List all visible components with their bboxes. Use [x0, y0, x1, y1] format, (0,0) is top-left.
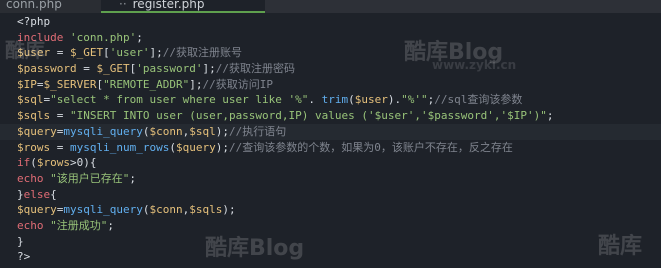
code-token: $rows [17, 140, 51, 154]
code-token: $user [354, 93, 388, 107]
code-token: "%'" [401, 93, 428, 107]
code-token: >0){ [70, 156, 97, 170]
code-token: else [23, 187, 51, 201]
code-token: ; [546, 109, 554, 123]
code-token: //获取注册账号 [162, 46, 242, 60]
code-token: $_SERVER [43, 77, 97, 91]
code-token: $password [17, 62, 77, 76]
code-token: "REMOTE_ADDR" [103, 77, 190, 91]
code-token: include [17, 30, 64, 44]
code-token: mysqli_num_rows [70, 140, 170, 154]
code-token: ); [222, 203, 236, 217]
code-line: $query=mysqli_query($conn,$sql);//执行语句 [0, 123, 661, 140]
code-token: <?php [17, 15, 51, 28]
code-token: = [50, 140, 70, 154]
code-token: $_GET [70, 46, 104, 60]
tab-conn-php[interactable]: conn.php [0, 0, 106, 13]
code-token: "注册成功" [50, 218, 108, 232]
code-token: echo [17, 218, 44, 232]
code-line: $IP=$_SERVER["REMOTE_ADDR"];//获取访问IP [17, 77, 661, 93]
code-token: $sql [189, 124, 216, 138]
code-token: . [308, 93, 322, 107]
code-token: ]; [189, 77, 203, 91]
code-token: ). [387, 93, 402, 107]
code-token: ( [348, 93, 355, 107]
code-token: $conn [149, 203, 183, 217]
code-token: echo [17, 171, 44, 185]
code-token: ( [30, 156, 37, 170]
code-token: //执行语句 [228, 124, 287, 138]
code-token: $user [17, 46, 51, 60]
code-token: //获取注册密码 [215, 62, 295, 76]
tab-label: register.php [132, 0, 205, 11]
code-token: $sqls [189, 203, 223, 217]
code-token: $sqls [17, 109, 51, 123]
code-token: $_GET [96, 62, 130, 76]
code-token: ( [169, 140, 176, 154]
code-token: ; [136, 30, 143, 44]
code-token: if [17, 156, 31, 170]
code-line: $sql="select * from user where user like… [17, 92, 661, 108]
tab-register-php[interactable]: ·· register.php [101, 0, 265, 13]
code-token: //sql查询该参数 [434, 93, 523, 107]
code-token: mysqli_query [63, 124, 143, 138]
code-token: ]; [149, 46, 163, 60]
code-token: $IP [17, 77, 37, 91]
code-token: [ [103, 46, 110, 60]
code-line: $user = $_GET['user'];//获取注册账号 [17, 45, 661, 61]
code-token: 'conn.php' [69, 30, 137, 44]
code-token: trim [321, 93, 349, 107]
code-line: $rows = mysqli_num_rows($query);//查询该参数的… [17, 140, 661, 156]
code-line: echo "注册成功"; [17, 218, 661, 234]
code-token: $query [175, 140, 216, 154]
code-token: ]; [202, 62, 216, 76]
code-token: ); [215, 124, 229, 138]
code-line: } [17, 234, 661, 250]
code-token: $query [17, 203, 57, 217]
code-token: ); [215, 140, 229, 154]
code-token: } [17, 187, 24, 201]
code-token: $query [17, 124, 57, 138]
code-token: //查询该参数的个数，如果为0，该账户不存在，反之存在 [228, 140, 513, 154]
editor-tab-bar: conn.php ·· register.php [0, 0, 661, 13]
code-token: $rows [36, 156, 70, 170]
code-token: = [76, 62, 97, 76]
code-token: 'password' [136, 62, 203, 76]
code-line: echo "该用户已存在"; [17, 171, 661, 187]
code-token: "该用户已存在" [50, 171, 130, 185]
code-token: $sql [17, 93, 44, 107]
code-line: $query=mysqli_query($conn,$sqls); [17, 202, 661, 218]
code-token: = [36, 77, 44, 91]
code-token: } [17, 234, 24, 248]
code-token: mysqli_query [63, 203, 143, 217]
code-editor[interactable]: <?php include 'conn.php'; $user = $_GET['u… [0, 14, 661, 265]
code-token: { [50, 187, 57, 201]
code-line: include 'conn.php'; [17, 30, 661, 46]
code-token: //获取访问IP [202, 77, 273, 91]
code-line: ?> [17, 249, 661, 265]
code-token: ; [129, 171, 136, 185]
code-token: ; [107, 218, 114, 232]
code-line: $sqls = "INSERT INTO user (user,password… [17, 108, 661, 124]
code-token: = [50, 109, 70, 123]
code-line: }else{ [17, 187, 661, 203]
code-token: "select * from user where user like '%" [50, 93, 309, 107]
code-token: "INSERT INTO user (user,password,IP) val… [70, 109, 547, 123]
code-token: 'user' [109, 46, 150, 60]
code-token: $conn [149, 124, 183, 138]
code-line: <?php [17, 14, 661, 30]
code-token: ?> [17, 250, 31, 264]
modified-dot-icon: ·· [119, 0, 127, 11]
code-line: if($rows>0){ [17, 155, 661, 171]
code-line: $password = $_GET['password'];//获取注册密码 [17, 61, 661, 77]
code-token: = [50, 46, 70, 60]
tab-label: conn.php [6, 0, 62, 11]
